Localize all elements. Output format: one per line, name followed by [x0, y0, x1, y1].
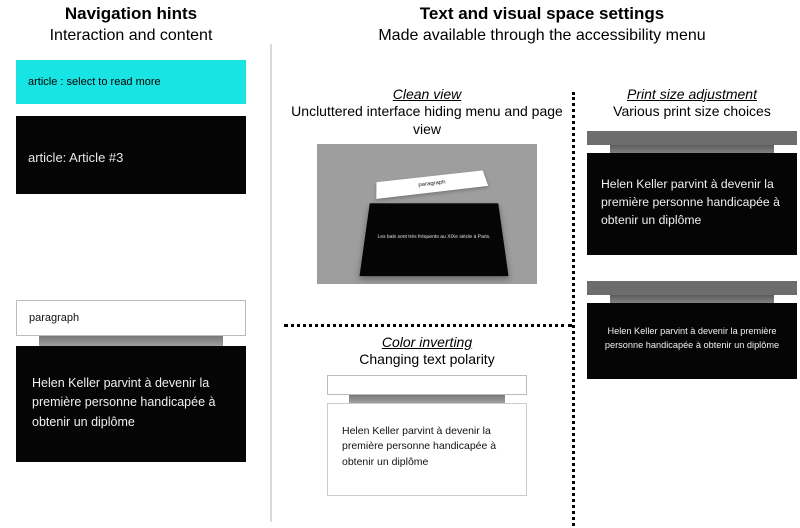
nav-hints-title: Navigation hints — [0, 4, 262, 24]
ps-large-slab: Helen Keller parvint à devenir la premiè… — [587, 153, 797, 256]
paragraph-label-bar: paragraph — [16, 300, 246, 336]
dotted-divider-vertical — [572, 92, 575, 528]
invert-body-text: Helen Keller parvint à devenir la premiè… — [342, 425, 496, 469]
clean-view-thumbnail: paragraph Les bals sont très fréquents a… — [317, 144, 537, 284]
article-focused-label: article: Article #3 — [28, 150, 123, 165]
settings-grid: Clean view Uncluttered interface hiding … — [284, 86, 800, 528]
article-focused-slab: article: Article #3 — [16, 116, 246, 194]
cell-print-size: Print size adjustment Various print size… — [584, 86, 800, 379]
invert-body-slab: Helen Keller parvint à devenir la premiè… — [327, 403, 527, 496]
ps-small-slab: Helen Keller parvint à devenir la premiè… — [587, 303, 797, 379]
ps-large-top-bar — [587, 131, 797, 145]
clean-view-mini-label: paragraph — [376, 171, 488, 199]
paragraph-body-slab: Helen Keller parvint à devenir la premiè… — [16, 346, 246, 462]
column-visual-settings: Text and visual space settings Made avai… — [284, 0, 800, 528]
color-inverting-thumbnail: Helen Keller parvint à devenir la premiè… — [327, 375, 527, 496]
visual-settings-title: Text and visual space settings — [284, 4, 800, 24]
color-inverting-header: Color inverting Changing text polarity — [284, 334, 570, 369]
print-size-thumb-small: Helen Keller parvint à devenir la premiè… — [587, 281, 797, 379]
color-inverting-desc: Changing text polarity — [359, 351, 494, 367]
dotted-divider-horizontal — [284, 324, 572, 327]
ps-large-text: Helen Keller parvint à devenir la premiè… — [601, 177, 780, 228]
print-size-header: Print size adjustment Various print size… — [584, 86, 800, 121]
figure-root: Navigation hints Interaction and content… — [0, 0, 800, 528]
paragraph-body-text: Helen Keller parvint à devenir la premiè… — [32, 376, 215, 429]
cell-clean-view: Clean view Uncluttered interface hiding … — [284, 86, 570, 285]
clean-view-title: Clean view — [393, 86, 461, 102]
column-navigation-hints: Navigation hints Interaction and content… — [0, 0, 262, 528]
clean-view-desc: Uncluttered interface hiding menu and pa… — [291, 103, 563, 137]
clean-view-mini-body: Les bals sont très fréquents au XIXe siè… — [359, 203, 508, 276]
ps-small-top-bar — [587, 281, 797, 295]
cell-color-inverting: Color inverting Changing text polarity H… — [284, 334, 570, 496]
article-select-hint: article : select to read more — [16, 60, 246, 104]
nav-hint-panel: article : select to read more article: A… — [16, 60, 246, 194]
article-select-hint-label: article : select to read more — [28, 76, 161, 88]
invert-top-bar — [327, 375, 527, 395]
print-size-desc: Various print size choices — [613, 103, 771, 119]
print-size-title: Print size adjustment — [627, 86, 757, 102]
print-size-thumb-large: Helen Keller parvint à devenir la premiè… — [587, 131, 797, 256]
visual-settings-subtitle: Made available through the accessibility… — [284, 26, 800, 45]
column-divider — [270, 44, 272, 522]
nav-hints-subtitle: Interaction and content — [0, 26, 262, 45]
nav-hints-header: Navigation hints Interaction and content — [0, 0, 262, 46]
color-inverting-title: Color inverting — [382, 334, 472, 350]
ps-small-text: Helen Keller parvint à devenir la premiè… — [605, 326, 779, 350]
clean-view-header: Clean view Uncluttered interface hiding … — [284, 86, 570, 139]
paragraph-label: paragraph — [29, 312, 79, 324]
visual-settings-header: Text and visual space settings Made avai… — [284, 0, 800, 46]
paragraph-panel: paragraph Helen Keller parvint à devenir… — [16, 300, 246, 462]
